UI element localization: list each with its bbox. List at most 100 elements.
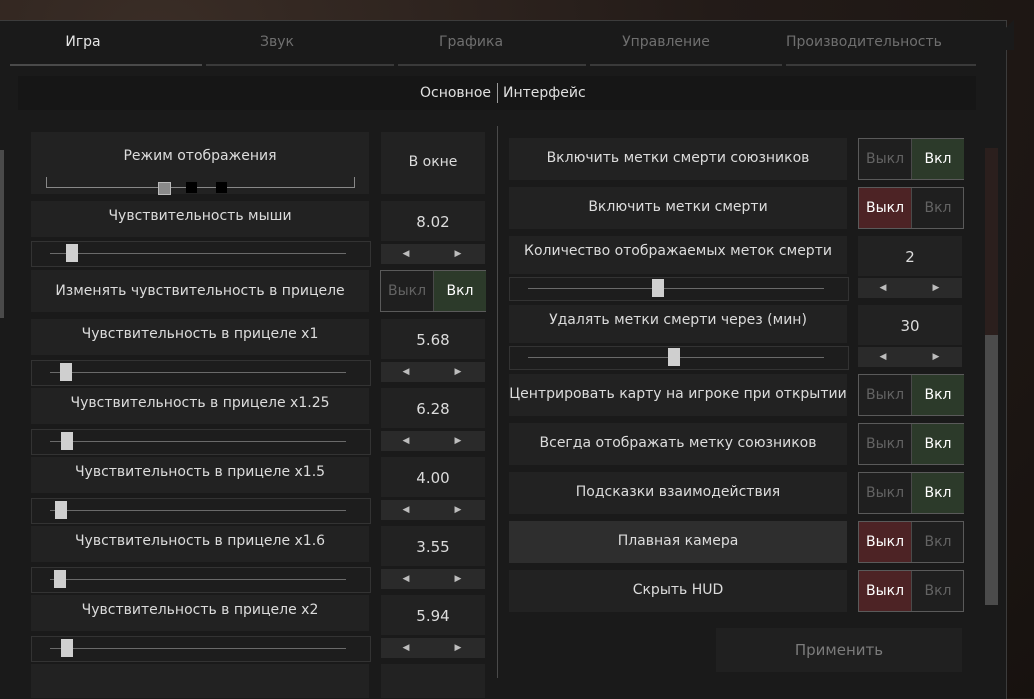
smooth-camera-toggle: Выкл Вкл bbox=[858, 521, 964, 563]
on-option[interactable]: Вкл bbox=[911, 473, 964, 513]
death-marks-remove-label: Удалять метки смерти через (мин) bbox=[549, 312, 807, 328]
change-scope-sens-toggle: Выкл Вкл bbox=[380, 270, 486, 312]
on-option[interactable]: Вкл bbox=[911, 571, 964, 611]
scope-x2-slider[interactable] bbox=[31, 636, 371, 662]
scope-x16-value: 3.55 bbox=[416, 538, 450, 556]
column-divider bbox=[497, 126, 498, 678]
scope-x16-thumb[interactable] bbox=[54, 570, 66, 588]
hide-hud-toggle: Выкл Вкл bbox=[858, 570, 964, 612]
next-value-partial bbox=[381, 664, 485, 698]
decrease-arrow-icon[interactable]: ◀ bbox=[400, 435, 412, 447]
increase-arrow-icon[interactable]: ▶ bbox=[930, 282, 942, 294]
death-marks-remove-thumb[interactable] bbox=[668, 348, 680, 366]
scope-x2-thumb[interactable] bbox=[61, 639, 73, 657]
next-row-partial bbox=[31, 664, 369, 698]
death-marks-toggle: Выкл Вкл bbox=[858, 187, 964, 229]
left-scrollbar[interactable] bbox=[0, 150, 4, 318]
arrow-bar bbox=[858, 347, 962, 367]
increase-arrow-icon[interactable]: ▶ bbox=[930, 351, 942, 363]
off-option[interactable]: Выкл bbox=[381, 271, 433, 311]
on-option[interactable]: Вкл bbox=[911, 139, 964, 179]
death-marks-count-thumb[interactable] bbox=[652, 279, 664, 297]
apply-button[interactable]: Применить bbox=[716, 628, 962, 672]
increase-arrow-icon[interactable]: ▶ bbox=[452, 248, 464, 260]
scope-x1-slider[interactable] bbox=[31, 360, 371, 386]
scope-x1-value: 5.68 bbox=[416, 331, 450, 349]
on-option[interactable]: Вкл bbox=[433, 271, 486, 311]
scope-x125-value: 6.28 bbox=[416, 400, 450, 418]
arrow-bar bbox=[381, 569, 485, 589]
display-mode-label: Режим отображения bbox=[123, 148, 277, 164]
window-corner bbox=[984, 20, 1014, 50]
display-mode-option[interactable] bbox=[186, 182, 197, 193]
off-option[interactable]: Выкл bbox=[859, 473, 911, 513]
subtab-main[interactable]: Основное bbox=[420, 82, 491, 104]
off-option[interactable]: Выкл bbox=[859, 188, 911, 228]
increase-arrow-icon[interactable]: ▶ bbox=[452, 504, 464, 516]
tab-underline bbox=[10, 64, 202, 66]
death-marks-label: Включить метки смерти bbox=[588, 199, 768, 215]
change-scope-sens-label: Изменять чувствительность в прицеле bbox=[55, 283, 345, 299]
tab-performance[interactable]: Производительность bbox=[786, 20, 942, 64]
slider-track bbox=[50, 648, 346, 649]
scope-x1-thumb[interactable] bbox=[60, 363, 72, 381]
tab-graphics[interactable]: Графика bbox=[390, 20, 552, 64]
decrease-arrow-icon[interactable]: ◀ bbox=[400, 573, 412, 585]
center-map-toggle: Выкл Вкл bbox=[858, 374, 964, 416]
dash bbox=[200, 187, 212, 188]
scope-x125-label: Чувствительность в прицеле x1.25 bbox=[70, 395, 330, 411]
dash bbox=[172, 187, 184, 188]
death-marks-remove-value: 30 bbox=[900, 317, 920, 335]
subtab-separator bbox=[497, 83, 498, 103]
scope-x16-slider[interactable] bbox=[31, 567, 371, 593]
on-option[interactable]: Вкл bbox=[911, 522, 964, 562]
increase-arrow-icon[interactable]: ▶ bbox=[452, 435, 464, 447]
ally-death-marks-label: Включить метки смерти союзников bbox=[546, 150, 810, 166]
slider-track bbox=[50, 372, 346, 373]
display-mode-value: В окне bbox=[408, 154, 458, 170]
off-option[interactable]: Выкл bbox=[859, 571, 911, 611]
off-option[interactable]: Выкл bbox=[859, 375, 911, 415]
on-option[interactable]: Вкл bbox=[911, 188, 964, 228]
scope-x15-slider[interactable] bbox=[31, 498, 371, 524]
decrease-arrow-icon[interactable]: ◀ bbox=[400, 366, 412, 378]
center-map-label: Центрировать карту на игроке при открыти… bbox=[509, 386, 847, 402]
scope-x15-value: 4.00 bbox=[416, 469, 450, 487]
death-marks-count-value: 2 bbox=[905, 248, 915, 266]
off-option[interactable]: Выкл bbox=[859, 522, 911, 562]
scope-x125-thumb[interactable] bbox=[61, 432, 73, 450]
tab-sound[interactable]: Звук bbox=[200, 20, 354, 64]
decrease-arrow-icon[interactable]: ◀ bbox=[400, 248, 412, 260]
arrow-bar bbox=[381, 500, 485, 520]
arrow-bar bbox=[381, 362, 485, 382]
decrease-arrow-icon[interactable]: ◀ bbox=[877, 282, 889, 294]
display-mode-option[interactable] bbox=[158, 182, 171, 195]
slider-track bbox=[528, 288, 824, 289]
off-option[interactable]: Выкл bbox=[859, 139, 911, 179]
on-option[interactable]: Вкл bbox=[911, 424, 964, 464]
slider-track bbox=[50, 579, 346, 580]
increase-arrow-icon[interactable]: ▶ bbox=[452, 642, 464, 654]
decrease-arrow-icon[interactable]: ◀ bbox=[877, 351, 889, 363]
mouse-sens-value: 8.02 bbox=[416, 213, 450, 231]
mouse-sens-slider[interactable] bbox=[31, 241, 371, 267]
off-option[interactable]: Выкл bbox=[859, 424, 911, 464]
scope-x15-thumb[interactable] bbox=[55, 501, 67, 519]
scope-x2-label: Чувствительность в прицеле x2 bbox=[81, 602, 319, 618]
death-marks-count-slider[interactable] bbox=[509, 277, 849, 301]
increase-arrow-icon[interactable]: ▶ bbox=[452, 573, 464, 585]
subtab-interface[interactable]: Интерфейс bbox=[503, 82, 586, 104]
arrow-bar bbox=[858, 278, 962, 298]
scope-x125-slider[interactable] bbox=[31, 429, 371, 455]
display-mode-option[interactable] bbox=[216, 182, 227, 193]
tab-controls[interactable]: Управление bbox=[588, 20, 744, 64]
decrease-arrow-icon[interactable]: ◀ bbox=[400, 642, 412, 654]
hints-toggle: Выкл Вкл bbox=[858, 472, 964, 514]
decrease-arrow-icon[interactable]: ◀ bbox=[400, 504, 412, 516]
smooth-camera-label: Плавная камера bbox=[617, 533, 739, 549]
mouse-sens-thumb[interactable] bbox=[66, 244, 78, 262]
on-option[interactable]: Вкл bbox=[911, 375, 964, 415]
right-scrollbar-thumb[interactable] bbox=[985, 335, 998, 605]
increase-arrow-icon[interactable]: ▶ bbox=[452, 366, 464, 378]
tab-game[interactable]: Игра bbox=[10, 20, 156, 64]
